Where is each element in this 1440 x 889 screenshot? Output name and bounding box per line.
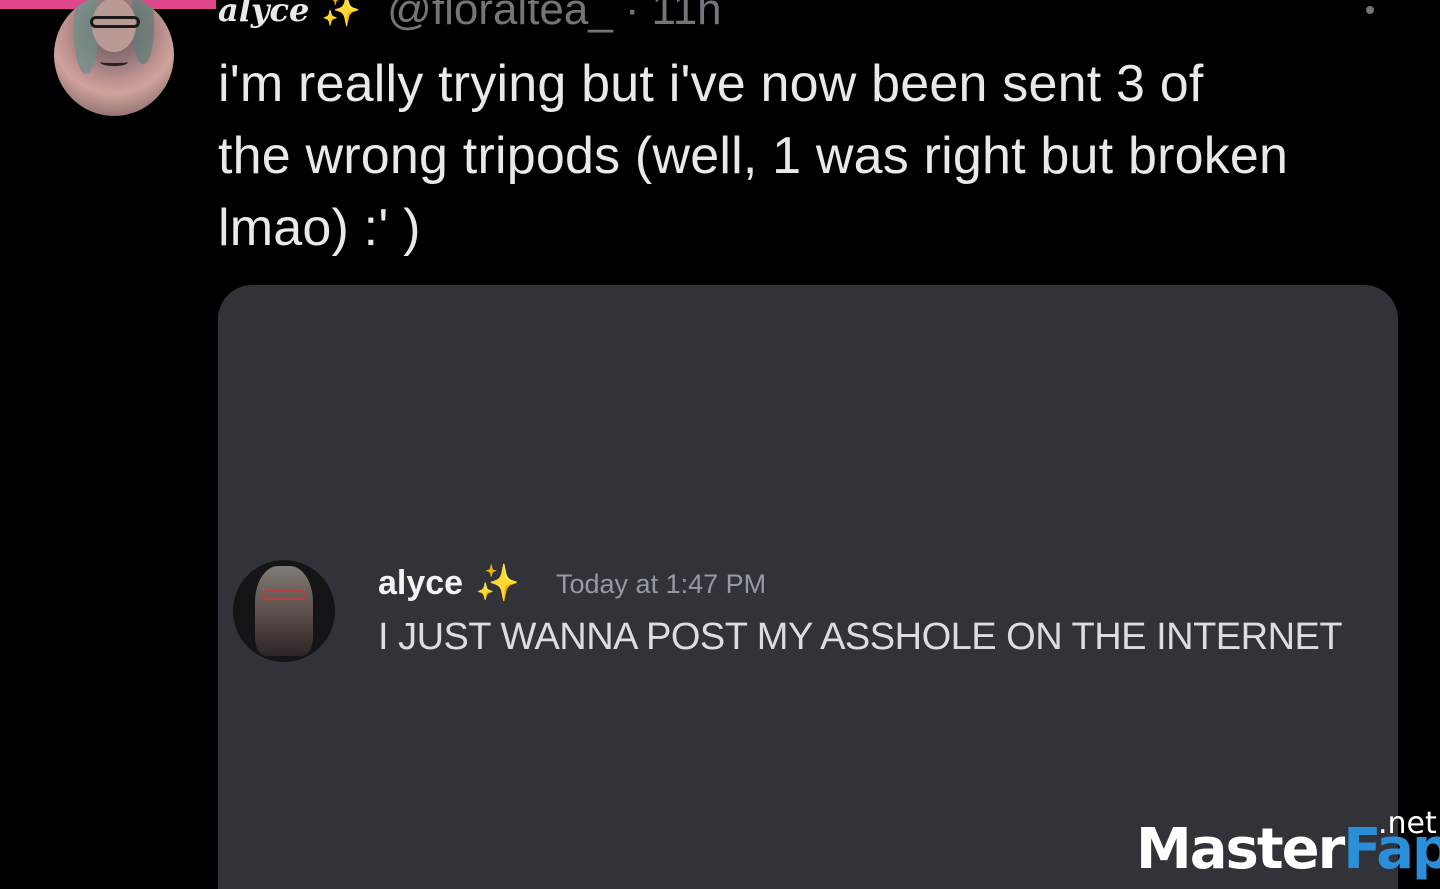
separator-dot: · [624,0,640,34]
tweet-text-line: lmao) :' ) [218,199,421,257]
avatar-choker [100,58,128,66]
discord-username: alyce ✨ [378,562,520,604]
tweet-text: i'm really trying but i've now been sent… [218,48,1418,264]
tweet-timestamp[interactable]: 11h [652,0,722,35]
tweet-header: alyce ✨ @floraltea_ · 11h [218,0,722,36]
watermark-master: Master [1136,817,1345,882]
author-display-name[interactable]: alyce [218,0,309,29]
sparkle-icon: ✨ [475,562,520,603]
tweet-text-line: i'm really trying but i've now been sent… [218,55,1204,113]
tweet-text-line: the wrong tripods (well, 1 was right but… [218,127,1289,185]
avatar-glasses [90,16,140,28]
more-options-icon[interactable] [1360,0,1380,30]
tweet-view: alyce ✨ @floraltea_ · 11h i'm really try… [0,0,1440,889]
watermark-suffix: .net [1378,806,1437,841]
discord-timestamp: Today at 1:47 PM [556,569,767,599]
discord-message-text: I JUST WANNA POST MY ASSHOLE ON THE INTE… [378,616,1343,658]
discord-avatar-glasses [263,590,305,600]
author-avatar[interactable] [54,0,174,116]
discord-username-text: alyce [378,563,464,602]
author-handle[interactable]: @floraltea_ [387,0,613,35]
sparkle-icon: ✨ [321,0,362,28]
avatar-hair [132,0,154,64]
discord-avatar [233,560,335,662]
discord-avatar-person [255,566,313,656]
